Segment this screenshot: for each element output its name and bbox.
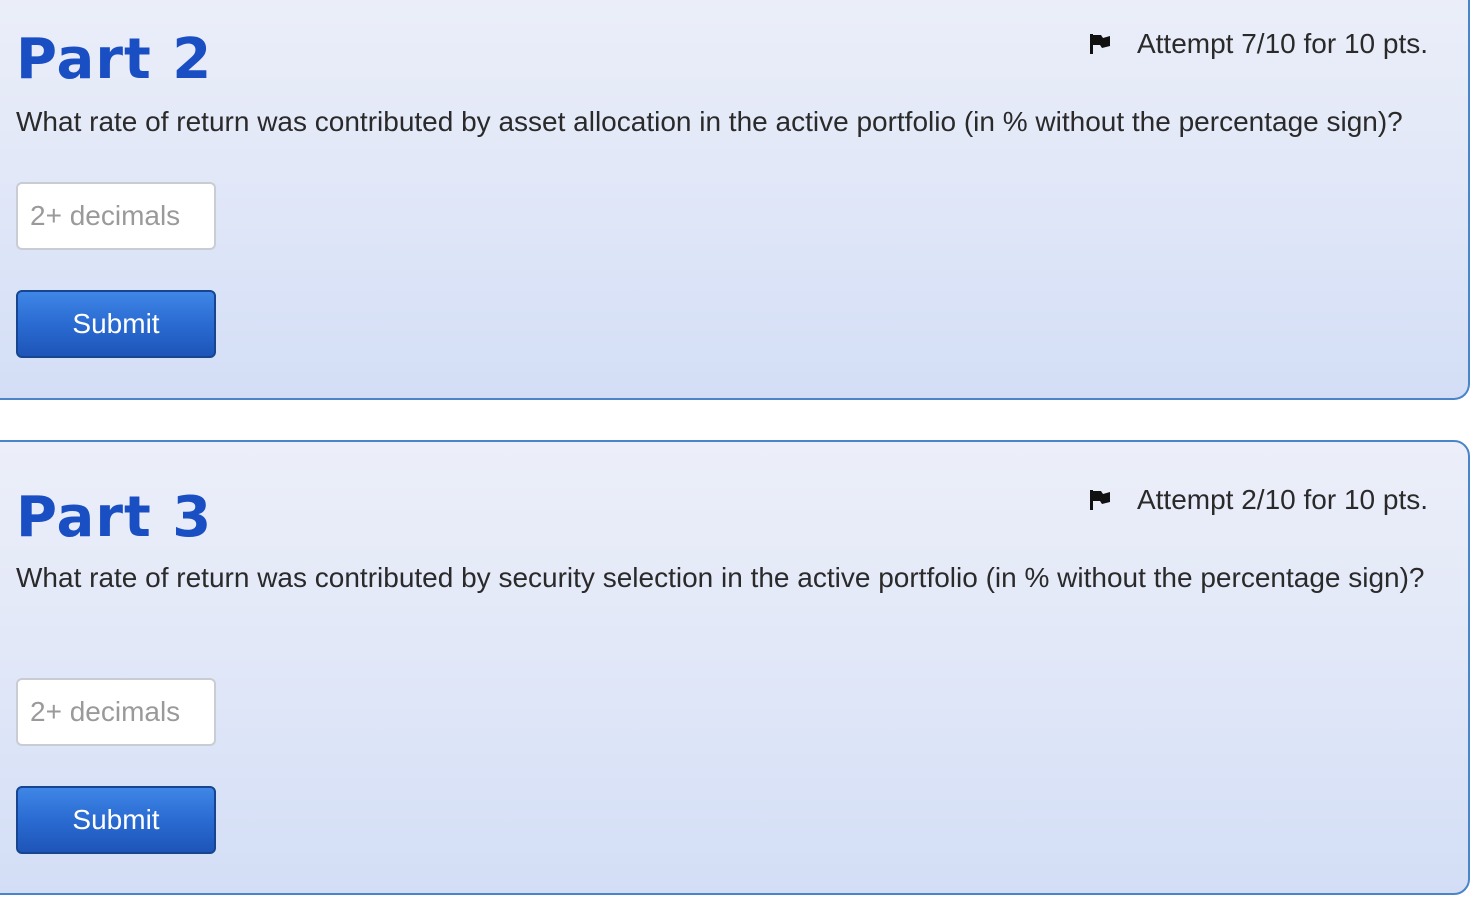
- attempt-info: Attempt 2/10 for 10 pts.: [1089, 484, 1428, 516]
- part-3-card: Part 3 Attempt 2/10 for 10 pts. What rat…: [0, 440, 1470, 895]
- part-2-card: Part 2 Attempt 7/10 for 10 pts. What rat…: [0, 0, 1470, 400]
- question-text: What rate of return was contributed by s…: [16, 562, 1425, 593]
- flag-icon[interactable]: [1089, 489, 1111, 511]
- flag-icon[interactable]: [1089, 33, 1111, 55]
- submit-button[interactable]: Submit: [16, 290, 216, 358]
- attempt-text: Attempt 7/10 for 10 pts.: [1136, 28, 1428, 59]
- part-title: Part 3: [16, 485, 213, 550]
- attempt-text: Attempt 2/10 for 10 pts.: [1136, 484, 1428, 515]
- question-text: What rate of return was contributed by a…: [16, 106, 1403, 137]
- attempt-info: Attempt 7/10 for 10 pts.: [1089, 28, 1428, 60]
- answer-input[interactable]: [16, 182, 216, 250]
- submit-button[interactable]: Submit: [16, 786, 216, 854]
- part-title: Part 2: [16, 27, 213, 92]
- answer-input[interactable]: [16, 678, 216, 746]
